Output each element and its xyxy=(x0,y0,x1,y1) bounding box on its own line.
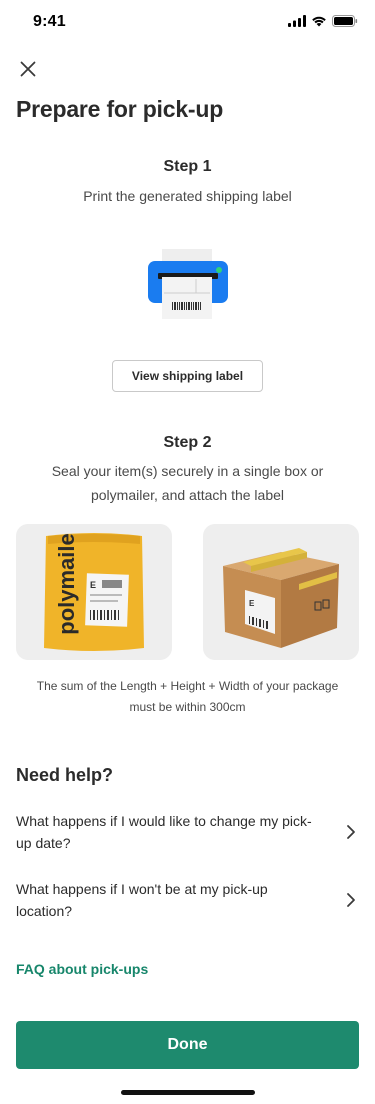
chevron-right-icon xyxy=(343,824,359,840)
status-icons xyxy=(288,15,358,27)
help-item-label: What happens if I would like to change m… xyxy=(16,813,312,851)
polymailer-card: polymaile E xyxy=(16,524,172,660)
printer-illustration xyxy=(148,249,228,319)
help-item-not-at-location[interactable]: What happens if I won't be at my pick-up… xyxy=(16,878,359,922)
done-button[interactable]: Done xyxy=(16,1021,359,1069)
signal-icon xyxy=(288,15,306,27)
step2-title: Step 2 xyxy=(163,434,212,451)
close-button[interactable] xyxy=(14,55,42,83)
box-card: E xyxy=(203,524,359,660)
home-indicator xyxy=(121,1090,255,1095)
box-image: E xyxy=(223,548,339,648)
step2-description: Seal your item(s) securely in a single b… xyxy=(51,463,324,503)
battery-icon xyxy=(332,15,358,27)
wifi-icon xyxy=(312,16,326,27)
status-time: 9:41 xyxy=(33,13,66,30)
package-size-note: The sum of the Length + Height + Width o… xyxy=(36,679,339,714)
help-item-label: What happens if I won't be at my pick-up… xyxy=(16,881,268,919)
close-icon xyxy=(20,61,36,77)
polymailer-image: polymaile E xyxy=(44,533,144,651)
status-bar: 9:41 xyxy=(0,0,375,44)
page-title: Prepare for pick-up xyxy=(16,96,224,122)
step1-description: Print the generated shipping label xyxy=(83,188,292,204)
polymailer-brand-text: polymaile xyxy=(54,533,79,634)
label-letter: E xyxy=(90,580,96,590)
chevron-right-icon xyxy=(343,892,359,908)
faq-pickups-link[interactable]: FAQ about pick-ups xyxy=(16,961,148,977)
box-label-letter: E xyxy=(249,599,255,608)
need-help-title: Need help? xyxy=(16,765,114,785)
step1-title: Step 1 xyxy=(163,158,212,175)
view-shipping-label-button[interactable]: View shipping label xyxy=(112,360,263,392)
help-item-change-date[interactable]: What happens if I would like to change m… xyxy=(16,810,359,854)
